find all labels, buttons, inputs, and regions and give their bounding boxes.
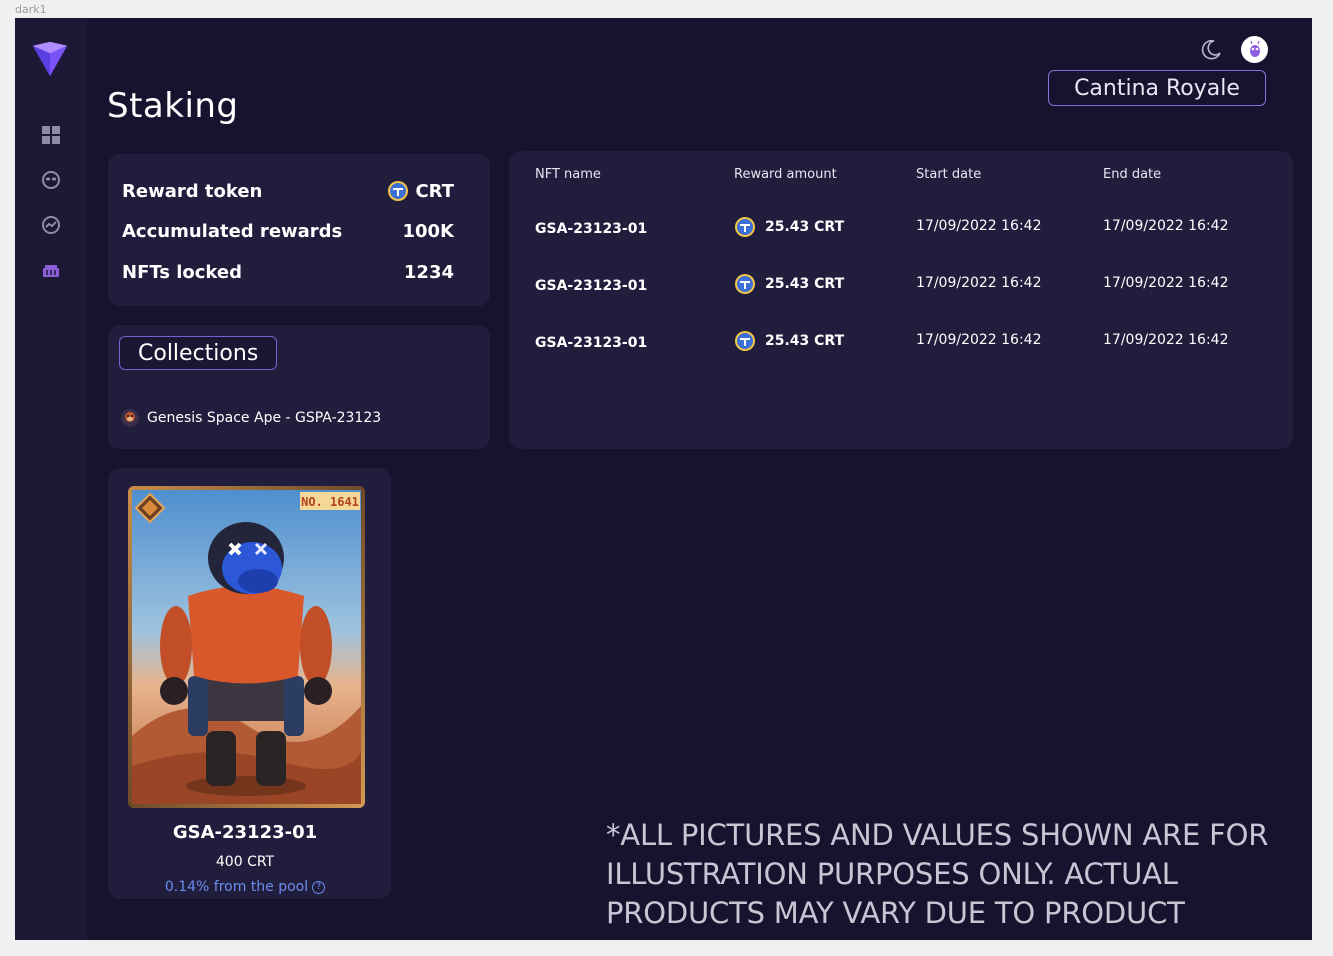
cell-start-date: 17/09/2022 16:42 [916,275,1042,291]
app-window: Staking Cantina Royale Reward token CRT … [15,18,1312,940]
stat-value: 1234 [403,262,454,283]
nft-name: GSA-23123-01 [172,822,318,843]
stats-card: Reward token CRT Accumulated rewards 100… [108,154,490,306]
column-header-end-date: End date [1103,167,1162,182]
reward-amount: 25.43 CRT [765,333,845,349]
alien-icon [42,171,60,189]
page-title: Staking [107,86,239,126]
staked-nfts-table: NFT name Reward amount Start date End da… [509,151,1293,449]
stat-label: Accumulated rewards [122,221,343,242]
cell-reward: 25.43 CRT [734,330,844,352]
help-icon[interactable]: ? [312,880,326,894]
stat-label: NFTs locked [122,262,243,283]
cell-end-date: 17/09/2022 16:42 [1103,332,1229,348]
cell-nft-name: GSA-23123-01 [535,335,648,351]
nft-badge: NO. 1641 [301,495,359,509]
stat-label: Reward token [122,180,263,202]
ape-avatar-icon [121,409,139,427]
disclaimer: *ALL PICTURES AND VALUES SHOWN ARE FOR I… [606,818,1269,940]
nft-pool-share: 0.14% from the pool ? [108,879,382,895]
reward-amount: 25.43 CRT [765,276,845,292]
moon-icon[interactable] [1199,38,1223,62]
frame-label: dark1 [15,3,47,16]
cell-end-date: 17/09/2022 16:42 [1103,218,1229,234]
stat-value-wrap: CRT [387,180,454,202]
nft-artwork: NO. 1641 [128,486,365,808]
column-header-start-date: Start date [916,167,982,182]
sidebar-item-analytics[interactable] [40,214,62,236]
stat-value: CRT [415,180,454,202]
collection-label: Genesis Space Ape - GSPA-23123 [147,410,382,426]
column-header-reward-amount: Reward amount [734,167,837,182]
cell-start-date: 17/09/2022 16:42 [916,218,1042,234]
crt-token-icon [735,331,755,351]
cell-reward: 25.43 CRT [734,273,844,295]
cell-nft-name: GSA-23123-01 [535,278,648,294]
crt-token-icon [735,274,755,294]
collections-card: Collections Genesis Space Ape - GSPA-231… [108,325,490,449]
stat-accumulated-rewards: Accumulated rewards 100K [122,221,454,242]
project-button[interactable]: Cantina Royale [1048,70,1266,106]
nft-pool-share-text: 0.14% from the pool [164,879,309,895]
crt-token-icon [735,217,755,237]
avatar[interactable] [1241,36,1268,63]
sidebar-item-dashboard[interactable] [40,124,62,146]
sidebar-item-alien[interactable] [40,169,62,191]
top-toolbar [1199,36,1268,63]
column-header-nft-name: NFT name [535,167,601,182]
basket-icon [43,265,59,277]
nft-reward: 400 CRT [215,854,275,870]
avatar-icon [1249,40,1260,57]
cell-start-date: 17/09/2022 16:42 [916,332,1042,348]
chart-line-icon [42,216,60,234]
sidebar-item-cart[interactable] [40,260,62,282]
sidebar [15,18,87,940]
cell-nft-name: GSA-23123-01 [535,221,648,237]
cell-reward: 25.43 CRT [734,216,844,238]
stat-value: 100K [402,221,454,242]
stat-reward-token: Reward token CRT [122,180,454,202]
crt-token-icon [388,181,409,201]
collection-item[interactable]: Genesis Space Ape - GSPA-23123 [121,409,381,427]
collections-button[interactable]: Collections [119,336,278,370]
nft-card[interactable]: NO. 1641 GSA-23123-01 400 CRT 0.14% from… [108,468,391,899]
reward-amount: 25.43 CRT [765,219,845,235]
brand-logo-icon[interactable] [31,40,69,78]
stat-nfts-locked: NFTs locked 1234 [122,262,454,283]
grid-icon [42,126,60,144]
cell-end-date: 17/09/2022 16:42 [1103,275,1229,291]
